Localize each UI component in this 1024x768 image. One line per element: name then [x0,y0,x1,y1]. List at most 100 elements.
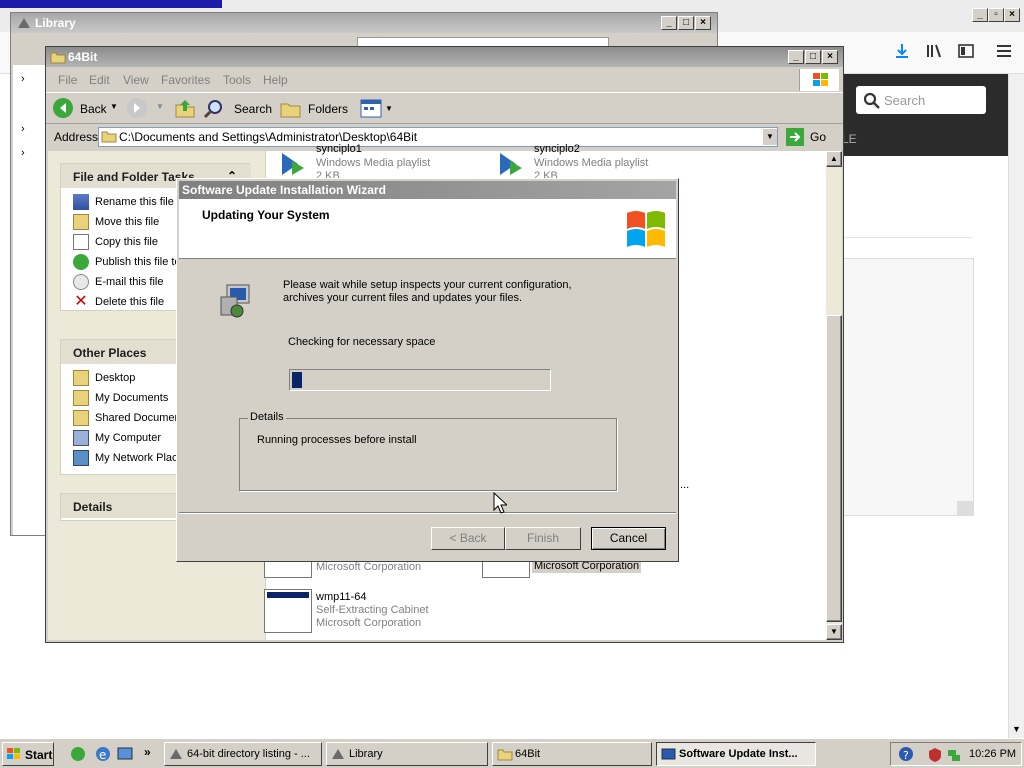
folder-icon [50,52,66,64]
network-tray-icon[interactable] [946,747,962,763]
details-groupbox: Details Running processes before install [239,411,617,491]
chevron-down-icon: ▼ [385,104,393,113]
scroll-thumb[interactable] [826,315,842,622]
explorer-titlebar[interactable]: 64Bit _ □ × [46,47,843,67]
dialog-title: Software Update Installation Wizard [182,183,386,197]
windows-flag-icon [799,69,839,91]
library-icon[interactable] [926,43,944,59]
library-maximize-button[interactable]: □ [678,16,694,30]
explorer-scrollbar[interactable]: ▲ ▼ [826,151,842,640]
task-label: E-mail this file [95,276,164,288]
task-label: Software Update Inst... [679,748,798,760]
site-search-input[interactable]: Search [856,86,986,114]
start-button[interactable]: Start [2,742,54,766]
taskbar-task-64bit[interactable]: 64Bit [492,742,652,766]
internet-explorer-icon[interactable]: e [95,746,111,762]
header-label: LE [842,132,857,146]
file-item-wmp11-64[interactable] [264,589,312,633]
up-folder-icon[interactable] [174,97,196,119]
start-label: Start [25,748,53,762]
quick-launch-more[interactable]: » [144,745,151,759]
menu-favorites[interactable]: Favorites [161,73,210,87]
chevron-down-icon[interactable]: ▼ [110,102,118,111]
security-shield-icon[interactable] [927,747,943,763]
folder-icon [73,390,89,406]
address-dropdown-icon[interactable]: ▼ [763,129,777,145]
delete-icon: ✕ [74,293,88,310]
address-input[interactable]: C:\Documents and Settings\Administrator\… [98,127,778,147]
address-value: C:\Documents and Settings\Administrator\… [119,130,418,144]
back-label: Back [80,102,107,116]
scroll-down-icon[interactable]: ▼ [1012,724,1021,734]
library-titlebar[interactable]: Library _ □ × [11,13,717,33]
menu-tools[interactable]: Tools [223,73,251,87]
task-label: Delete this file [95,296,165,308]
search-placeholder: Search [884,93,926,108]
expand-icon[interactable]: › [21,147,25,159]
views-button[interactable]: ▼ [356,97,394,121]
menu-help[interactable]: Help [263,73,288,87]
menu-edit[interactable]: Edit [89,73,110,87]
browser-scrollbar[interactable]: ▼ [1008,74,1024,738]
library-minimize-button[interactable]: _ [661,16,677,30]
back-button[interactable]: < Back [431,527,505,550]
explorer-minimize-button[interactable]: _ [788,50,804,64]
clock: 10:26 PM [969,748,1017,760]
folders-label: Folders [308,102,349,116]
place-label: My Documents [95,392,169,404]
search-label: Search [234,102,273,116]
sidebar-icon[interactable] [958,43,974,59]
forward-arrow-icon[interactable] [126,97,148,119]
finish-button[interactable]: Finish [505,527,581,550]
search-icon [863,92,880,109]
library-close-button[interactable]: × [695,16,711,30]
task-label: Move this file [95,216,160,228]
place-label: My Computer [95,432,162,444]
mouse-cursor-icon [493,492,507,514]
expand-icon[interactable]: › [21,123,25,135]
explorer-maximize-button[interactable]: □ [805,50,821,64]
dialog-header: Updating Your System [179,199,676,259]
task-label: Publish this file to [95,256,181,268]
menu-file[interactable]: File [58,73,77,87]
menu-icon[interactable] [996,44,1012,58]
magnifier-icon [204,100,222,119]
address-bar: Address C:\Documents and Settings\Admini… [46,125,843,149]
place-label: My Network Plac [95,452,178,464]
browser-restore-button[interactable]: ▫ [988,8,1004,22]
views-icon [360,99,382,118]
taskbar-task-directory[interactable]: 64-bit directory listing - ... [164,742,322,766]
dialog-titlebar[interactable]: Software Update Installation Wizard [179,181,676,199]
explorer-close-button[interactable]: × [822,50,838,64]
file-type: Self-Extracting Cabinet [316,604,429,616]
move-icon [73,214,89,230]
scroll-down-icon[interactable]: ▼ [826,624,842,640]
chevron-down-icon[interactable]: ▼ [156,102,164,111]
place-label: Desktop [95,372,136,384]
folders-button[interactable]: Folders [280,99,348,119]
folder-icon [73,410,89,426]
show-desktop-icon[interactable] [117,746,133,762]
update-wizard-dialog[interactable]: Software Update Installation Wizard Upda… [176,178,679,562]
taskbar-task-software-update[interactable]: Software Update Inst... [656,742,816,766]
file-company: Microsoft Corporation [316,561,422,573]
browser-close-button[interactable]: × [1004,8,1020,22]
browser-tab[interactable] [0,0,222,8]
expand-icon[interactable]: › [21,73,25,85]
search-button[interactable]: Search [204,99,273,119]
go-label: Go [810,130,827,144]
cancel-button[interactable]: Cancel [591,527,666,550]
back-button[interactable]: Back ▼ [52,97,122,121]
details-label: Details [248,411,286,423]
menu-view[interactable]: View [123,73,149,87]
dialog-separator [179,512,676,514]
quick-launch-icon[interactable] [70,746,86,762]
scroll-up-icon[interactable]: ▲ [826,151,842,167]
playlist-icon [500,153,522,175]
download-icon[interactable] [894,43,910,59]
browser-minimize-button[interactable]: _ [972,8,988,22]
go-button[interactable]: Go [786,127,830,147]
menu-bar: File Edit View Favorites Tools Help [46,68,843,92]
taskbar-task-library[interactable]: Library [326,742,488,766]
scroll-right-icon[interactable] [957,501,973,515]
